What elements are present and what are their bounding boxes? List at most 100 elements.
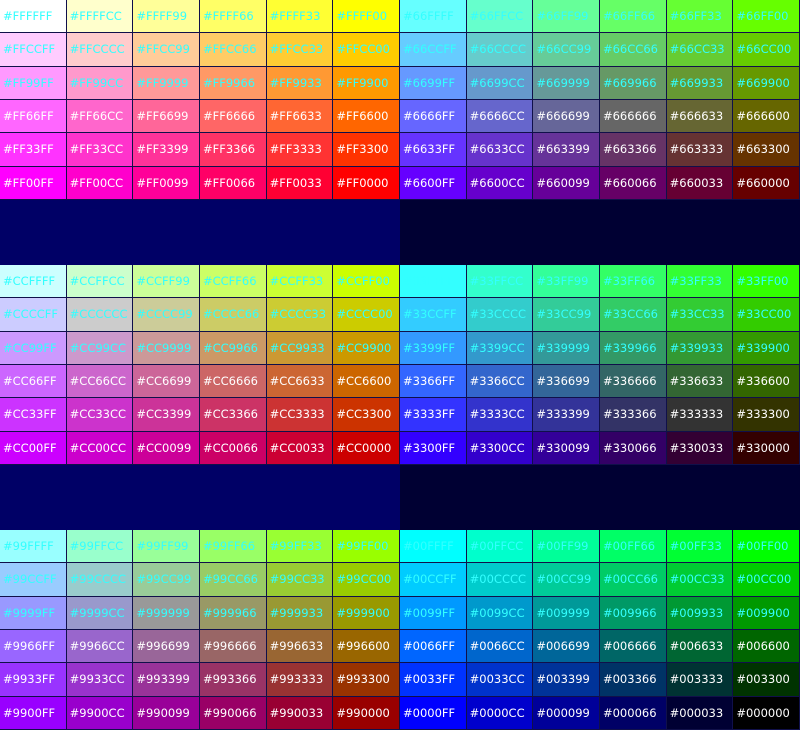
color-swatch[interactable]: #6699FF — [400, 66, 467, 100]
color-swatch[interactable]: #666699 — [533, 99, 600, 134]
color-swatch[interactable]: #663366 — [599, 133, 667, 167]
color-swatch[interactable]: #663333 — [666, 133, 734, 167]
color-swatch[interactable]: #CCFFCC — [66, 265, 134, 299]
color-swatch[interactable]: #CCCCFF — [0, 298, 67, 332]
color-swatch[interactable]: #99CCCC — [66, 563, 134, 597]
color-swatch[interactable]: #0000CC — [466, 696, 534, 730]
color-swatch[interactable]: #CC6699 — [133, 364, 200, 399]
color-swatch[interactable]: #33FF66 — [599, 265, 667, 299]
color-swatch[interactable]: #0000FF — [400, 696, 467, 730]
color-swatch[interactable]: #6600CC — [466, 166, 534, 200]
color-swatch[interactable]: #FF6699 — [133, 99, 200, 134]
color-swatch[interactable]: #336600 — [733, 364, 800, 399]
color-swatch[interactable]: #333300 — [733, 398, 800, 432]
color-swatch[interactable]: #669900 — [733, 66, 800, 100]
color-swatch[interactable]: #669933 — [666, 66, 734, 100]
color-swatch[interactable]: #FFCC00 — [333, 33, 400, 67]
color-swatch[interactable]: #FFCC99 — [133, 33, 200, 67]
color-swatch[interactable]: #33CC00 — [733, 298, 800, 332]
color-swatch[interactable]: #CC3399 — [133, 398, 200, 432]
color-swatch[interactable]: #FFFF66 — [199, 0, 267, 34]
color-swatch[interactable]: #003333 — [666, 663, 734, 697]
color-swatch[interactable]: #009900 — [733, 596, 800, 630]
color-swatch[interactable]: #663300 — [733, 133, 800, 167]
color-swatch[interactable]: #FFFFCC — [66, 0, 134, 34]
color-swatch[interactable]: #660099 — [533, 166, 600, 200]
color-swatch[interactable]: #666600 — [733, 99, 800, 134]
color-swatch[interactable]: #66FFCC — [466, 0, 534, 34]
color-swatch[interactable]: #66FF33 — [666, 0, 734, 34]
color-swatch[interactable]: #00FFFF — [400, 530, 467, 564]
color-swatch[interactable]: #99CCFF — [0, 563, 67, 597]
color-swatch[interactable]: #CC3366 — [199, 398, 267, 432]
color-swatch[interactable]: #990099 — [133, 696, 200, 730]
color-swatch[interactable]: #3300CC — [466, 431, 534, 465]
color-swatch[interactable]: #99FFCC — [66, 530, 134, 564]
color-swatch[interactable]: #FF9933 — [266, 66, 334, 100]
color-swatch[interactable]: #FF0099 — [133, 166, 200, 200]
color-swatch[interactable]: #66FF66 — [599, 0, 667, 34]
color-swatch[interactable]: #CC66FF — [0, 364, 67, 399]
color-swatch[interactable]: #FF00CC — [66, 166, 134, 200]
color-swatch[interactable]: #FFFF99 — [133, 0, 200, 34]
color-swatch[interactable]: #996699 — [133, 629, 200, 664]
color-swatch[interactable]: #330066 — [599, 431, 667, 465]
color-swatch[interactable]: #66FF99 — [533, 0, 600, 34]
color-swatch[interactable]: #66CCFF — [400, 33, 467, 67]
color-swatch[interactable]: #00CC99 — [533, 563, 600, 597]
color-swatch[interactable]: #996633 — [266, 629, 334, 664]
color-swatch[interactable]: #003300 — [733, 663, 800, 697]
color-swatch[interactable]: #FF3366 — [199, 133, 267, 167]
color-swatch[interactable]: #3333CC — [466, 398, 534, 432]
color-swatch[interactable]: #3333FF — [400, 398, 467, 432]
color-swatch[interactable]: #330000 — [733, 431, 800, 465]
color-swatch[interactable]: #CC00FF — [0, 431, 67, 465]
color-swatch[interactable]: #66CC66 — [599, 33, 667, 67]
color-swatch[interactable]: #999966 — [199, 596, 267, 630]
color-swatch[interactable]: #FF6633 — [266, 99, 334, 134]
color-swatch[interactable]: #FF0066 — [199, 166, 267, 200]
color-swatch[interactable]: #339933 — [666, 331, 734, 365]
color-swatch[interactable]: #33CCFF — [400, 298, 467, 332]
color-swatch[interactable]: #006666 — [599, 629, 667, 664]
color-swatch[interactable]: #669999 — [533, 66, 600, 100]
color-swatch[interactable]: #009966 — [599, 596, 667, 630]
color-swatch[interactable]: #CCCC33 — [266, 298, 334, 332]
color-swatch[interactable]: #3366CC — [466, 364, 534, 399]
color-swatch[interactable]: #0066CC — [466, 629, 534, 664]
color-swatch[interactable]: #CC00CC — [66, 431, 134, 465]
color-swatch[interactable]: #00FF00 — [733, 530, 800, 564]
color-swatch[interactable]: #993366 — [199, 663, 267, 697]
color-swatch[interactable]: #999933 — [266, 596, 334, 630]
color-swatch[interactable]: #336699 — [533, 364, 600, 399]
color-swatch[interactable]: #009999 — [533, 596, 600, 630]
color-swatch[interactable]: #CC6600 — [333, 364, 400, 399]
color-swatch[interactable]: #6666FF — [400, 99, 467, 134]
color-swatch[interactable]: #CC3333 — [266, 398, 334, 432]
color-swatch[interactable]: #CC99CC — [66, 331, 134, 365]
color-swatch[interactable]: #00CCCC — [466, 563, 534, 597]
color-swatch[interactable]: #6600FF — [400, 166, 467, 200]
color-swatch[interactable]: #CCFF33 — [266, 265, 334, 299]
color-swatch[interactable]: #00FF33 — [666, 530, 734, 564]
color-swatch[interactable]: #FF0033 — [266, 166, 334, 200]
color-swatch[interactable]: #996666 — [199, 629, 267, 664]
color-swatch[interactable]: #996600 — [333, 629, 400, 664]
color-swatch[interactable]: #000033 — [666, 696, 734, 730]
color-swatch[interactable]: #6666CC — [466, 99, 534, 134]
color-swatch[interactable]: #CCCCCC — [66, 298, 134, 332]
color-swatch[interactable]: #006633 — [666, 629, 734, 664]
color-swatch[interactable]: #999999 — [133, 596, 200, 630]
color-swatch[interactable]: #00FF99 — [533, 530, 600, 564]
color-swatch[interactable]: #CC66CC — [66, 364, 134, 399]
color-swatch[interactable]: #66CCCC — [466, 33, 534, 67]
color-swatch[interactable]: #FFCCCC — [66, 33, 134, 67]
color-swatch[interactable]: #33CC33 — [666, 298, 734, 332]
color-swatch[interactable]: #6633FF — [400, 133, 467, 167]
color-swatch[interactable]: #FFCC66 — [199, 33, 267, 67]
color-swatch[interactable]: #99CC00 — [333, 563, 400, 597]
color-swatch[interactable]: #CCFF00 — [333, 265, 400, 299]
color-swatch[interactable]: #663399 — [533, 133, 600, 167]
color-swatch[interactable]: #006600 — [733, 629, 800, 664]
color-swatch[interactable]: #3366FF — [400, 364, 467, 399]
